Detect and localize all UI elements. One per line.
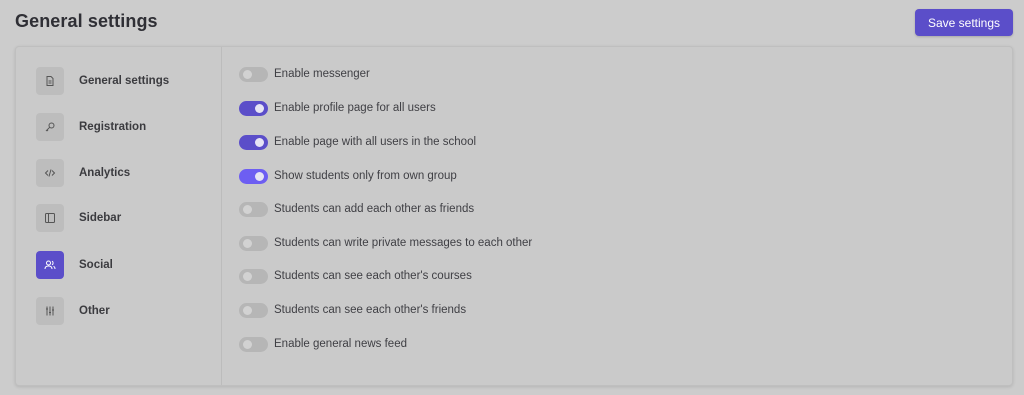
setting-label: Students can add each other as friends [274, 203, 475, 215]
toggle-knob [255, 103, 264, 113]
toggle-switch[interactable] [239, 134, 268, 150]
toggle-switch[interactable] [239, 66, 268, 82]
setting-label: Students can see each other's friends [274, 304, 467, 316]
toggle-knob [243, 69, 252, 79]
setting-label: Show students only from own group [274, 170, 457, 182]
sidebar-item-analytics[interactable]: Analytics [36, 158, 216, 188]
setting-enable-profile-page[interactable]: Enable profile page for all users [239, 97, 739, 119]
toggle-knob [255, 171, 264, 181]
setting-label: Enable page with all users in the school [274, 136, 477, 148]
settings-sidebar: General settings Registration Analytics … [16, 47, 222, 385]
setting-students-see-courses[interactable]: Students can see each other's courses [239, 265, 739, 287]
toggle-knob [243, 305, 252, 315]
setting-label: Enable general news feed [274, 338, 407, 350]
toggle-knob [255, 137, 264, 147]
toggle-knob [243, 204, 252, 214]
toggle-knob [243, 339, 252, 349]
sidebar-item-social[interactable]: Social [36, 250, 216, 280]
sidebar-item-other[interactable]: Other [36, 296, 216, 326]
settings-panel: General settings Registration Analytics … [15, 46, 1013, 386]
setting-label: Students can see each other's courses [274, 270, 472, 282]
users-icon [36, 251, 64, 279]
document-icon [36, 67, 64, 95]
setting-label: Students can write private messages to e… [274, 237, 533, 249]
toggle-switch[interactable] [239, 100, 268, 116]
sidebar-item-label: Other [79, 305, 110, 317]
sidebar-item-label: Sidebar [79, 212, 122, 224]
setting-label: Enable profile page for all users [274, 102, 436, 114]
sidebar-layout-icon [36, 204, 64, 232]
toggle-switch[interactable] [239, 268, 268, 284]
setting-label: Enable messenger [274, 68, 370, 80]
sidebar-item-label: Registration [79, 121, 147, 133]
toggle-switch[interactable] [239, 201, 268, 217]
save-settings-button[interactable]: Save settings [915, 9, 1013, 36]
setting-students-private-messages[interactable]: Students can write private messages to e… [239, 232, 739, 254]
toggle-switch[interactable] [239, 336, 268, 352]
sliders-icon [36, 297, 64, 325]
setting-general-news-feed[interactable]: Enable general news feed [239, 333, 739, 355]
code-icon [36, 159, 64, 187]
sidebar-item-label: Social [79, 259, 113, 271]
setting-enable-messenger[interactable]: Enable messenger [239, 63, 739, 85]
sidebar-item-general-settings[interactable]: General settings [36, 66, 216, 96]
setting-enable-all-users-page[interactable]: Enable page with all users in the school [239, 131, 739, 153]
toggle-switch[interactable] [239, 235, 268, 251]
sidebar-item-registration[interactable]: Registration [36, 112, 216, 142]
sidebar-item-label: General settings [79, 75, 170, 87]
setting-students-add-friends[interactable]: Students can add each other as friends [239, 198, 739, 220]
toggle-switch[interactable] [239, 168, 268, 184]
toggle-knob [243, 238, 252, 248]
setting-show-students-own-group[interactable]: Show students only from own group [239, 165, 739, 187]
page-title: General settings [15, 11, 158, 31]
toggle-knob [243, 271, 252, 281]
key-icon [36, 113, 64, 141]
sidebar-item-label: Analytics [79, 167, 131, 179]
toggle-switch[interactable] [239, 302, 268, 318]
setting-students-see-friends[interactable]: Students can see each other's friends [239, 299, 739, 321]
sidebar-item-sidebar[interactable]: Sidebar [36, 203, 216, 233]
